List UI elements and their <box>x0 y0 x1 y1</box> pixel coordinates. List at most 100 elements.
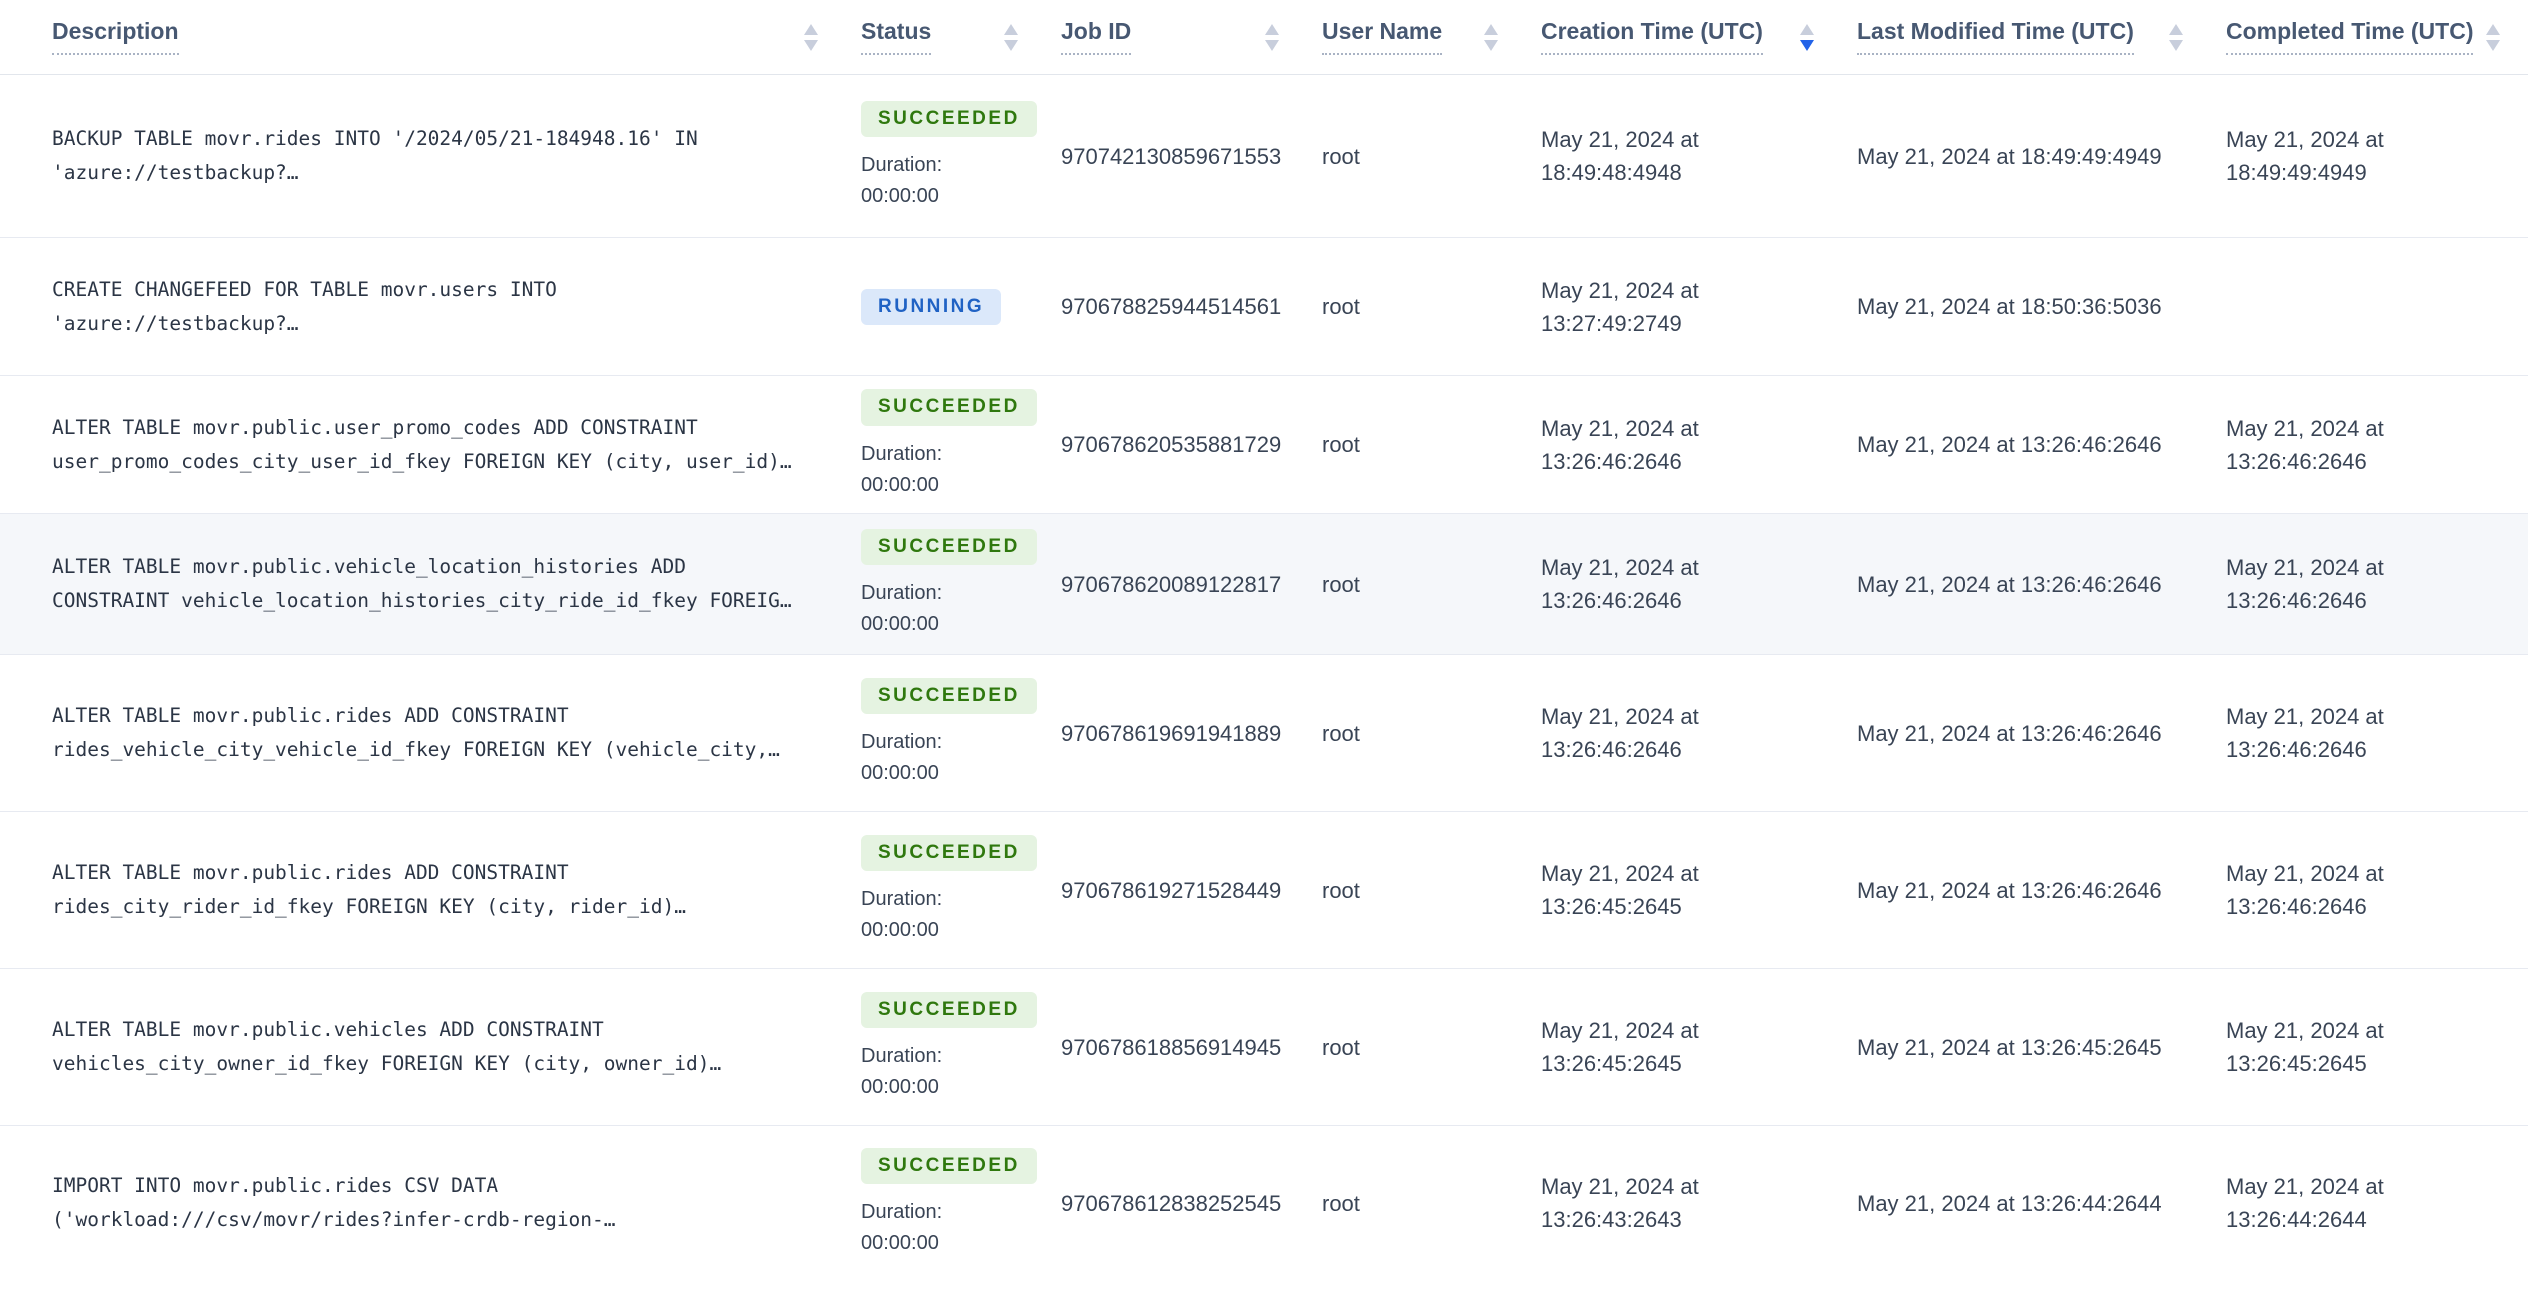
job-duration: Duration: 00:00:00 <box>861 439 1041 501</box>
job-duration-label: Duration: <box>861 731 943 754</box>
job-duration: Duration: 00:00:00 <box>861 150 1041 212</box>
job-description-cell: ALTER TABLE movr.public.vehicles ADD CON… <box>0 1013 861 1081</box>
job-duration-value: 00:00:00 <box>861 1076 939 1099</box>
sort-arrows-icon[interactable] <box>1264 23 1280 51</box>
creation-time-cell: May 21, 2024 at 18:49:48:4948 <box>1541 127 1699 185</box>
column-header-completed-time-utc[interactable]: Completed Time (UTC) <box>2226 0 2528 74</box>
job-duration-value: 00:00:00 <box>861 919 939 942</box>
job-id-cell: 970678612838252545 <box>1061 1190 1282 1216</box>
status-badge: SUCCEEDED <box>861 528 1037 566</box>
job-duration: Duration: 00:00:00 <box>861 727 1041 789</box>
table-row[interactable]: IMPORT INTO movr.public.rides CSV DATA (… <box>0 1126 2528 1280</box>
column-header-label[interactable]: Last Modified Time (UTC) <box>1857 18 2134 56</box>
completed-time-cell: May 21, 2024 at 13:26:46:2646 <box>2226 861 2384 919</box>
job-id-cell: 970678620089122817 <box>1061 571 1282 597</box>
creation-time-cell: May 21, 2024 at 13:27:49:2749 <box>1541 277 1699 336</box>
table-row[interactable]: ALTER TABLE movr.public.rides ADD CONSTR… <box>0 655 2528 812</box>
sort-arrows-icon[interactable] <box>2485 23 2501 51</box>
sort-arrows-icon[interactable] <box>1799 23 1815 51</box>
table-row[interactable]: CREATE CHANGEFEED FOR TABLE movr.users I… <box>0 238 2528 376</box>
last-modified-time-cell: May 21, 2024 at 13:26:46:2646 <box>1857 432 2162 457</box>
job-description[interactable]: ALTER TABLE movr.public.vehicle_location… <box>52 550 811 618</box>
status-badge: SUCCEEDED <box>861 677 1037 715</box>
creation-time-cell: May 21, 2024 at 13:26:46:2646 <box>1541 415 1699 474</box>
job-description-cell: CREATE CHANGEFEED FOR TABLE movr.users I… <box>0 273 861 341</box>
completed-time-cell: May 21, 2024 at 18:49:49:4949 <box>2226 127 2384 185</box>
job-description[interactable]: IMPORT INTO movr.public.rides CSV DATA (… <box>52 1169 811 1237</box>
job-duration: Duration: 00:00:00 <box>861 1041 1041 1103</box>
creation-time-cell: May 21, 2024 at 13:26:46:2646 <box>1541 555 1699 613</box>
job-duration-value: 00:00:00 <box>861 473 939 496</box>
job-status-cell: SUCCEEDED Duration: 00:00:00 <box>861 677 1061 790</box>
status-badge: SUCCEEDED <box>861 834 1037 872</box>
job-status-cell: SUCCEEDED Duration: 00:00:00 <box>861 991 1061 1104</box>
user-name-cell: root <box>1322 877 1360 903</box>
job-duration: Duration: 00:00:00 <box>861 1197 1041 1259</box>
sort-arrows-icon[interactable] <box>2168 23 2184 51</box>
column-header-label[interactable]: Description <box>52 18 179 56</box>
job-status-cell: SUCCEEDED Duration: 00:00:00 <box>861 100 1061 213</box>
last-modified-time-cell: May 21, 2024 at 13:26:46:2646 <box>1857 571 2162 597</box>
column-header-label[interactable]: Status <box>861 18 932 56</box>
job-description-cell: BACKUP TABLE movr.rides INTO '/2024/05/2… <box>0 122 861 190</box>
job-duration-label: Duration: <box>861 442 943 465</box>
table-row[interactable]: BACKUP TABLE movr.rides INTO '/2024/05/2… <box>0 75 2528 238</box>
user-name-cell: root <box>1322 294 1360 319</box>
job-duration: Duration: 00:00:00 <box>861 578 1041 640</box>
job-duration-value: 00:00:00 <box>861 613 939 636</box>
job-description-cell: ALTER TABLE movr.public.rides ADD CONSTR… <box>0 699 861 767</box>
column-header-job-id[interactable]: Job ID <box>1061 0 1322 74</box>
job-duration-label: Duration: <box>861 582 943 605</box>
user-name-cell: root <box>1322 571 1360 597</box>
table-row[interactable]: ALTER TABLE movr.public.vehicle_location… <box>0 514 2528 655</box>
job-description[interactable]: ALTER TABLE movr.public.user_promo_codes… <box>52 411 811 479</box>
last-modified-time-cell: May 21, 2024 at 13:26:46:2646 <box>1857 720 2162 746</box>
user-name-cell: root <box>1322 720 1360 746</box>
column-header-description[interactable]: Description <box>0 0 861 74</box>
job-duration-label: Duration: <box>861 1045 943 1068</box>
user-name-cell: root <box>1322 143 1360 169</box>
sort-arrows-icon[interactable] <box>803 23 819 51</box>
job-id-cell: 970742130859671553 <box>1061 143 1282 169</box>
job-id-cell: 970678825944514561 <box>1061 294 1282 319</box>
creation-time-cell: May 21, 2024 at 13:26:46:2646 <box>1541 704 1699 762</box>
creation-time-cell: May 21, 2024 at 13:26:45:2645 <box>1541 861 1699 919</box>
sort-arrows-icon[interactable] <box>1483 23 1499 51</box>
job-description[interactable]: ALTER TABLE movr.public.vehicles ADD CON… <box>52 1013 811 1081</box>
column-header-creation-time-utc[interactable]: Creation Time (UTC) <box>1541 0 1857 74</box>
column-header-last-modified-time-utc[interactable]: Last Modified Time (UTC) <box>1857 0 2226 74</box>
job-description[interactable]: ALTER TABLE movr.public.rides ADD CONSTR… <box>52 856 811 924</box>
job-status-cell: RUNNING <box>861 288 1061 326</box>
table-header-row: Description Status Job ID User Name Crea… <box>0 0 2528 75</box>
column-header-label[interactable]: Job ID <box>1061 18 1132 56</box>
job-description[interactable]: BACKUP TABLE movr.rides INTO '/2024/05/2… <box>52 122 811 190</box>
job-duration-value: 00:00:00 <box>861 185 939 208</box>
column-header-status[interactable]: Status <box>861 0 1061 74</box>
table-row[interactable]: ALTER TABLE movr.public.rides ADD CONSTR… <box>0 812 2528 969</box>
job-description-cell: ALTER TABLE movr.public.vehicle_location… <box>0 550 861 618</box>
column-header-label[interactable]: User Name <box>1322 18 1443 56</box>
column-header-label[interactable]: Creation Time (UTC) <box>1541 18 1763 56</box>
table-row[interactable]: ALTER TABLE movr.public.vehicles ADD CON… <box>0 969 2528 1126</box>
job-duration-label: Duration: <box>861 1201 943 1224</box>
job-description-cell: ALTER TABLE movr.public.user_promo_codes… <box>0 411 861 479</box>
job-status-cell: SUCCEEDED Duration: 00:00:00 <box>861 834 1061 947</box>
job-status-cell: SUCCEEDED Duration: 00:00:00 <box>861 388 1061 501</box>
column-header-label[interactable]: Completed Time (UTC) <box>2226 18 2474 56</box>
table-row[interactable]: ALTER TABLE movr.public.user_promo_codes… <box>0 376 2528 514</box>
job-duration: Duration: 00:00:00 <box>861 884 1041 946</box>
completed-time-cell: May 21, 2024 at 13:26:46:2646 <box>2226 704 2384 762</box>
user-name-cell: root <box>1322 432 1360 457</box>
completed-time-cell: May 21, 2024 at 13:26:44:2644 <box>2226 1174 2384 1232</box>
sort-arrows-icon[interactable] <box>1003 23 1019 51</box>
job-duration-label: Duration: <box>861 888 943 911</box>
job-id-cell: 970678620535881729 <box>1061 432 1282 457</box>
status-badge: SUCCEEDED <box>861 100 1037 138</box>
last-modified-time-cell: May 21, 2024 at 13:26:45:2645 <box>1857 1034 2162 1060</box>
job-description[interactable]: ALTER TABLE movr.public.rides ADD CONSTR… <box>52 699 811 767</box>
completed-time-cell: May 21, 2024 at 13:26:46:2646 <box>2226 415 2384 474</box>
last-modified-time-cell: May 21, 2024 at 18:49:49:4949 <box>1857 143 2162 169</box>
status-badge: SUCCEEDED <box>861 991 1037 1029</box>
column-header-user-name[interactable]: User Name <box>1322 0 1541 74</box>
job-description[interactable]: CREATE CHANGEFEED FOR TABLE movr.users I… <box>52 273 811 341</box>
